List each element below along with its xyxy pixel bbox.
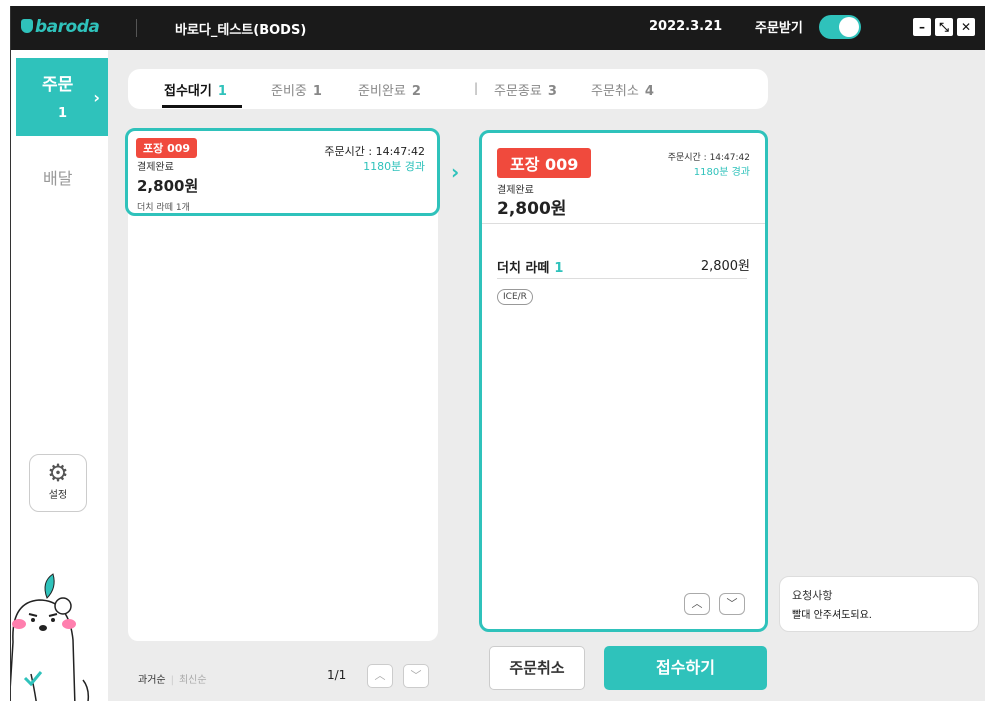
order-time: 주문시간 : 14:47:42 <box>667 153 750 163</box>
settings-label: 설정 <box>48 490 68 501</box>
minimize-icon[interactable]: – <box>913 18 931 36</box>
title-divider <box>136 19 137 37</box>
divider <box>482 223 765 224</box>
order-time: 주문시간 : 14:47:42 <box>324 145 425 158</box>
page-down-button[interactable]: ﹀ <box>403 664 429 688</box>
elapsed-time: 1180분 경과 <box>693 167 750 178</box>
tab-count: 4 <box>644 84 654 99</box>
tab-count: 2 <box>411 84 421 99</box>
tab-label: 준비완료 <box>358 84 406 99</box>
request-title: 요청사항 <box>792 589 833 602</box>
divider <box>497 278 747 279</box>
payment-status: 결제완료 <box>137 162 174 173</box>
sort-separator: | <box>170 675 174 686</box>
active-tab-underline <box>162 105 242 108</box>
title-bar: baroda 바로다_테스트(BODS) 2022.3.21 주문받기 – ⤡ … <box>11 6 985 50</box>
scroll-up-button[interactable]: ︿ <box>684 593 710 615</box>
sidebar: 주문 1 › 배달 ⚙ 설정 <box>11 50 108 701</box>
chevron-down-icon: ﹀ <box>726 597 738 610</box>
receive-orders-toggle[interactable] <box>819 15 861 39</box>
order-item-summary: 더치 라떼 1개 <box>137 203 190 213</box>
page-indicator: 1/1 <box>327 668 347 682</box>
current-date: 2022.3.21 <box>649 19 723 34</box>
logo-mark-icon <box>21 19 33 33</box>
accept-order-button[interactable]: 접수하기 <box>604 646 767 690</box>
close-icon[interactable]: ✕ <box>957 18 975 36</box>
order-card[interactable]: 포장 009 결제완료 2,800원 더치 라떼 1개 주문시간 : 14:47… <box>125 128 440 216</box>
request-text: 빨대 안주셔도되요. <box>792 610 872 621</box>
tab-cancelled[interactable]: 주문취소 4 <box>591 80 654 99</box>
store-name: 바로다_테스트(BODS) <box>175 23 307 38</box>
logo-text: baroda <box>35 17 100 37</box>
sidebar-orders-count: 1 <box>58 106 68 121</box>
baroda-logo: baroda <box>21 17 100 37</box>
receive-orders-label: 주문받기 <box>755 21 803 36</box>
scroll-down-button[interactable]: ﹀ <box>719 593 745 615</box>
cancel-order-button[interactable]: 주문취소 <box>489 646 585 690</box>
tab-label: 접수대기 <box>164 84 212 99</box>
sidebar-item-delivery[interactable]: 배달 <box>43 165 72 189</box>
page-up-button[interactable]: ︿ <box>367 664 393 688</box>
sort-recent-button[interactable]: 최신순 <box>179 675 207 686</box>
item-name-text: 더치 라떼 <box>497 261 550 276</box>
tab-separator: | <box>474 81 479 95</box>
item-price: 2,800원 <box>700 259 750 274</box>
order-detail-panel: 포장 009 주문시간 : 14:47:42 1180분 경과 결제완료 2,8… <box>479 130 768 632</box>
status-tabs: 접수대기 1 준비중 1 준비완료 2 | 주문종료 3 주문취소 4 <box>128 69 768 109</box>
chevron-up-icon: ︿ <box>691 597 703 610</box>
item-quantity: 1 <box>554 261 564 276</box>
tab-pending[interactable]: 접수대기 1 <box>164 80 227 99</box>
order-type-badge: 포장 009 <box>136 138 198 158</box>
tab-count: 1 <box>312 84 322 99</box>
toggle-knob <box>839 17 859 37</box>
tab-label: 준비중 <box>271 84 307 99</box>
tab-ready[interactable]: 준비완료 2 <box>358 80 421 99</box>
tab-label: 주문취소 <box>591 84 639 99</box>
order-price: 2,800원 <box>137 177 199 195</box>
order-type-badge: 포장 009 <box>497 148 592 178</box>
tab-completed[interactable]: 주문종료 3 <box>494 80 557 99</box>
item-option-chip: ICE/R <box>497 289 533 305</box>
order-total-price: 2,800원 <box>497 199 567 219</box>
tab-count: 1 <box>217 84 227 99</box>
item-name: 더치 라떼 1 <box>497 257 563 276</box>
sort-options: 과거순 | 최신순 <box>138 671 207 686</box>
mascot-character <box>11 573 90 701</box>
sort-past-button[interactable]: 과거순 <box>138 675 166 686</box>
tab-label: 주문종료 <box>494 84 542 99</box>
chevron-right-icon: › <box>93 88 100 107</box>
request-box: 요청사항 빨대 안주셔도되요. <box>779 576 979 632</box>
chevron-up-icon: ︿ <box>374 669 386 682</box>
gear-icon: ⚙ <box>47 459 69 487</box>
tab-count: 3 <box>547 84 557 99</box>
chevron-down-icon: ﹀ <box>410 669 422 682</box>
app-window: baroda 바로다_테스트(BODS) 2022.3.21 주문받기 – ⤡ … <box>10 6 985 701</box>
tab-preparing[interactable]: 준비중 1 <box>271 80 322 99</box>
sidebar-orders-label: 주문 <box>42 75 74 95</box>
elapsed-time: 1180분 경과 <box>363 160 425 173</box>
settings-button[interactable]: ⚙ 설정 <box>29 454 87 512</box>
chevron-right-icon: › <box>451 160 460 184</box>
restore-icon[interactable]: ⤡ <box>935 18 953 36</box>
sidebar-item-orders[interactable]: 주문 1 › <box>16 58 108 136</box>
